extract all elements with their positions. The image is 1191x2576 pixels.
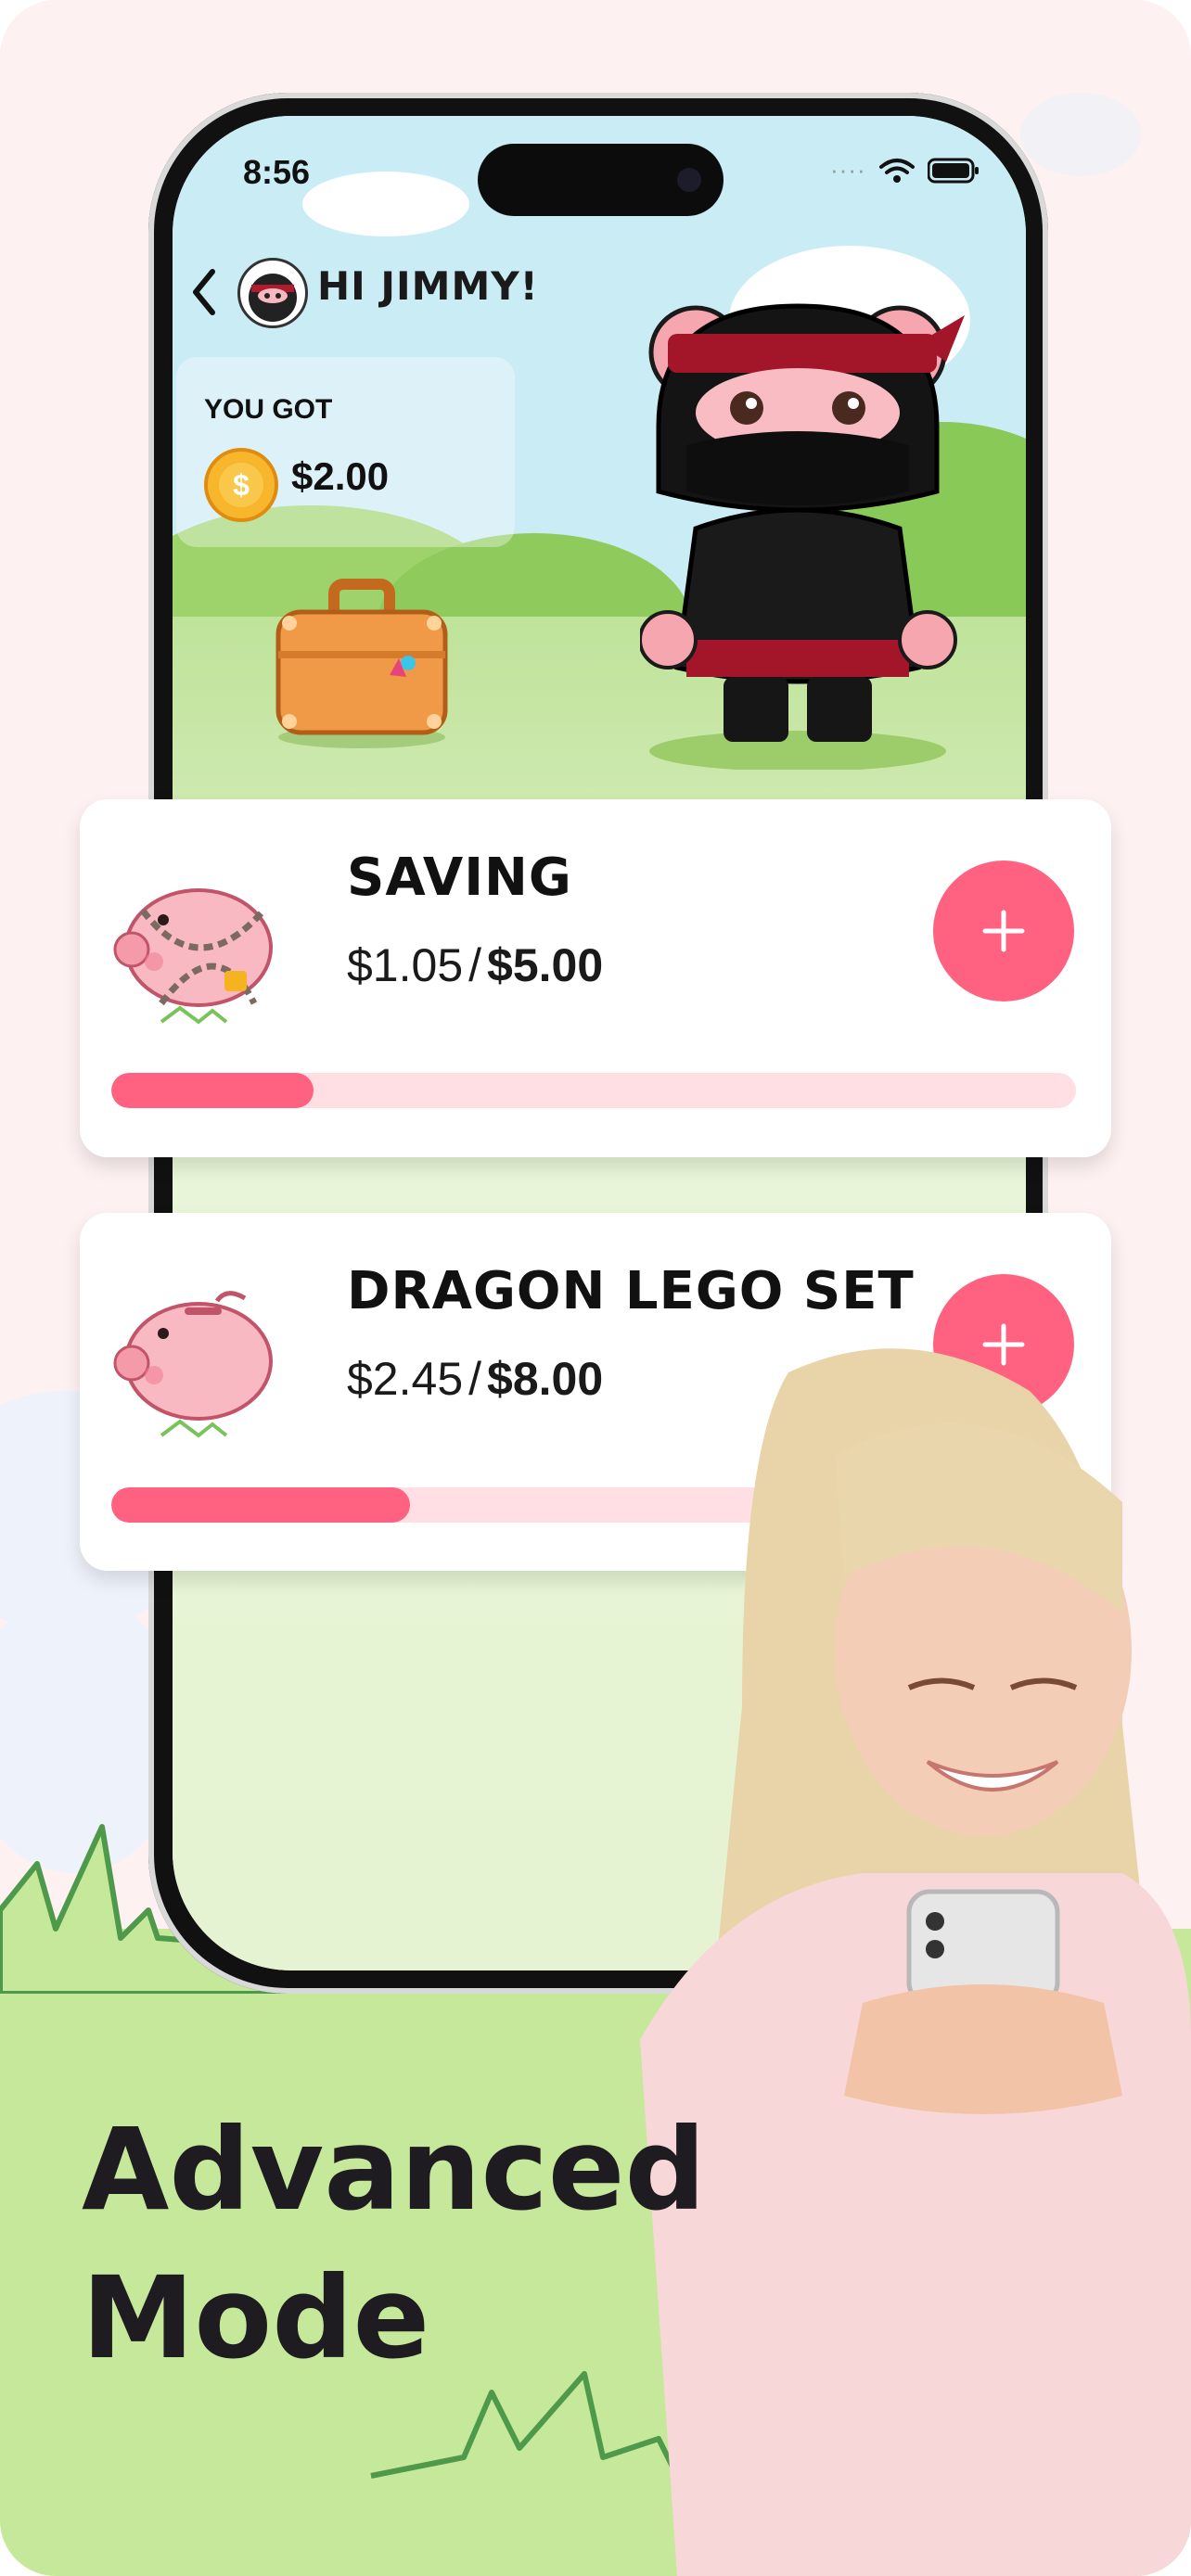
goal-progress-bar [111, 1073, 1076, 1108]
cellular-signal-icon: ···· [830, 156, 866, 184]
background-cloud [1020, 93, 1141, 176]
goal-current: $2.45 [347, 1353, 464, 1405]
suitcase-icon[interactable] [269, 566, 455, 751]
goal-current: $1.05 [347, 939, 464, 991]
status-time: 8:56 [243, 153, 311, 191]
add-money-button[interactable] [933, 861, 1074, 1001]
headline-line-1: Advanced [82, 2104, 706, 2236]
goal-separator: / [468, 939, 482, 991]
status-icons: ···· [830, 156, 980, 185]
goal-amounts: $1.05/$5.00 [347, 938, 603, 992]
balance-amount: $2.00 [291, 454, 390, 498]
camera-icon [677, 168, 701, 192]
goal-target: $8.00 [487, 1353, 604, 1405]
battery-icon [927, 158, 979, 183]
balance-label: YOU GOT [204, 394, 333, 425]
coin-icon: $ [204, 448, 278, 522]
back-button[interactable] [186, 264, 223, 320]
goal-progress-fill [111, 1487, 411, 1523]
cloud [302, 172, 469, 236]
goal-name: SAVING [347, 848, 572, 908]
goal-card[interactable]: SAVING $1.05/$5.00 [80, 799, 1111, 1157]
dynamic-island [478, 144, 724, 216]
plus-icon [982, 910, 1025, 952]
headline: Advanced Mode [82, 2096, 706, 2392]
app-store-screenshot: 8:56 ···· HI JIMMY! YOU GOT $ $2.00 SAVI… [0, 0, 1191, 2576]
locked-piggy-bank-icon [113, 888, 273, 1025]
chevron-left-icon [193, 269, 215, 315]
goal-target: $5.00 [487, 939, 604, 991]
goal-progress-fill [111, 1073, 314, 1108]
ninja-pig-character-icon[interactable] [640, 278, 974, 770]
piggy-bank-icon [113, 1291, 273, 1438]
goal-name: DRAGON LEGO SET [347, 1261, 915, 1321]
ninja-pig-avatar-icon [249, 274, 297, 322]
avatar[interactable] [237, 258, 308, 328]
goal-amounts: $2.45/$8.00 [347, 1352, 603, 1406]
wifi-icon [878, 158, 915, 183]
greeting-title: HI JIMMY! [317, 263, 539, 309]
goal-separator: / [468, 1353, 482, 1405]
headline-line-2: Mode [82, 2252, 430, 2384]
